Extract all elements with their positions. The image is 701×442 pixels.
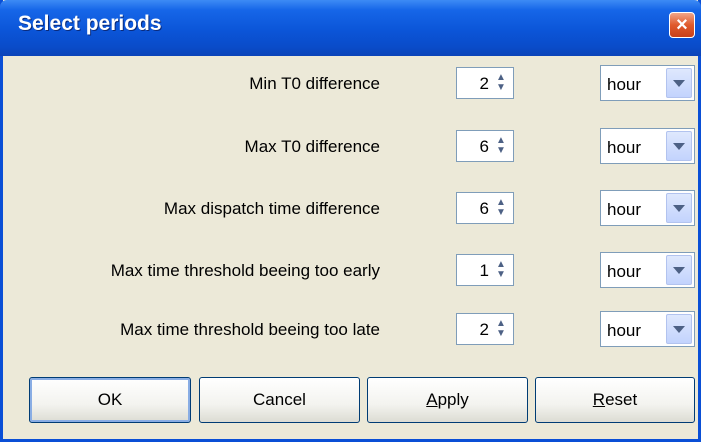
- unit-select[interactable]: hour: [600, 190, 695, 226]
- dropdown-button[interactable]: [666, 255, 692, 285]
- spin-arrows-icon[interactable]: ▲ ▼: [492, 317, 510, 341]
- spin-arrows-icon[interactable]: ▲ ▼: [492, 258, 510, 282]
- unit-select-value: hour: [607, 200, 642, 219]
- close-button[interactable]: ×: [669, 12, 695, 38]
- cancel-button[interactable]: Cancel: [199, 377, 360, 423]
- chevron-down-icon: [673, 266, 685, 274]
- spin-arrows-icon[interactable]: ▲ ▼: [492, 71, 510, 95]
- dropdown-button[interactable]: [666, 131, 692, 161]
- ok-button[interactable]: OK: [29, 377, 191, 423]
- reset-mnemonic: R: [592, 390, 606, 409]
- period-row-too-early: Max time threshold beeing too early 1 ▲ ▼…: [3, 248, 698, 294]
- spinner-value: 6: [479, 137, 489, 156]
- value-spinner[interactable]: 6 ▲ ▼: [456, 192, 514, 224]
- value-spinner[interactable]: 2 ▲ ▼: [456, 313, 514, 345]
- unit-select-value: hour: [607, 75, 642, 94]
- chevron-down-icon: [673, 325, 685, 333]
- close-icon: ×: [676, 14, 688, 36]
- row-label: Min T0 difference: [249, 74, 380, 93]
- unit-select-value: hour: [607, 321, 642, 340]
- chevron-down-icon: [673, 79, 685, 87]
- dialog-title: Select periods: [18, 12, 162, 35]
- dropdown-button[interactable]: [666, 68, 692, 98]
- reset-button[interactable]: Reset: [535, 377, 695, 423]
- spin-arrows-icon[interactable]: ▲ ▼: [492, 134, 510, 158]
- unit-select[interactable]: hour: [600, 128, 695, 164]
- unit-select[interactable]: hour: [600, 311, 695, 347]
- period-row-max-t0: Max T0 difference 6 ▲ ▼ hour: [3, 124, 698, 170]
- spinner-value: 2: [479, 74, 489, 93]
- unit-select-value: hour: [607, 262, 642, 281]
- spinner-value: 1: [479, 261, 489, 280]
- period-row-min-t0: Min T0 difference 2 ▲ ▼ hour: [3, 61, 698, 107]
- row-label: Max T0 difference: [244, 137, 380, 156]
- reset-button-label: eset: [605, 390, 638, 409]
- unit-select-value: hour: [607, 138, 642, 157]
- unit-select[interactable]: hour: [600, 252, 695, 288]
- cancel-button-label: Cancel: [253, 390, 306, 409]
- value-spinner[interactable]: 6 ▲ ▼: [456, 130, 514, 162]
- unit-select[interactable]: hour: [600, 65, 695, 101]
- apply-mnemonic: A: [426, 390, 438, 409]
- row-label: Max time threshold beeing too early: [110, 261, 380, 280]
- spin-arrows-icon[interactable]: ▲ ▼: [492, 196, 510, 220]
- spinner-value: 2: [479, 320, 489, 339]
- dropdown-button[interactable]: [666, 193, 692, 223]
- title-bar[interactable]: Select periods ×: [0, 0, 701, 56]
- value-spinner[interactable]: 1 ▲ ▼: [456, 254, 514, 286]
- dropdown-button[interactable]: [666, 314, 692, 344]
- row-label: Max time threshold beeing too late: [120, 320, 380, 339]
- ok-button-label: OK: [97, 390, 123, 409]
- value-spinner[interactable]: 2 ▲ ▼: [456, 67, 514, 99]
- spinner-value: 6: [479, 199, 489, 218]
- select-periods-dialog: Select periods × Min T0 difference 2 ▲ ▼ …: [0, 0, 701, 442]
- period-row-too-late: Max time threshold beeing too late 2 ▲ ▼ …: [3, 307, 698, 353]
- period-row-max-dispatch: Max dispatch time difference 6 ▲ ▼ hour: [3, 186, 698, 232]
- row-label: Max dispatch time difference: [163, 199, 380, 218]
- apply-button[interactable]: Apply: [367, 377, 528, 423]
- chevron-down-icon: [673, 142, 685, 150]
- apply-button-label: pply: [437, 390, 469, 409]
- chevron-down-icon: [673, 204, 685, 212]
